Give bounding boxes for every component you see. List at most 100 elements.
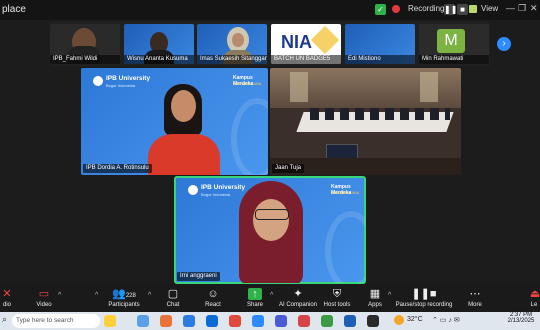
zoom-icon[interactable]: [252, 315, 264, 327]
participants-count: 228: [125, 293, 136, 299]
host-tools-label: Host tools: [323, 302, 351, 308]
chat-label: Chat: [166, 302, 180, 308]
participant-name: Irni anggraeni: [177, 272, 220, 281]
audio-label: dio: [2, 302, 11, 308]
stop-icon[interactable]: ■: [457, 4, 468, 15]
clock[interactable]: 2:37 PM 2/13/2025: [505, 312, 537, 324]
leave-label: Le: [530, 302, 538, 308]
chat-icon: ▢: [167, 288, 179, 300]
chevron-up-icon[interactable]: ^: [388, 292, 391, 299]
participants-icon: 👥228: [112, 288, 136, 300]
participant-name: Edi Mistiono: [345, 55, 415, 64]
shield-icon[interactable]: ✓: [375, 4, 386, 15]
pause-icon[interactable]: ❚❚: [444, 4, 457, 15]
ai-companion-button[interactable]: ✦ AI Companion: [278, 288, 318, 308]
grid-view-icon[interactable]: [469, 5, 477, 13]
task-view-icon[interactable]: [137, 315, 149, 327]
app-icon[interactable]: [160, 315, 172, 327]
participant-name: Jaan Tuja: [272, 164, 305, 173]
temperature-label: 32°C: [407, 316, 423, 323]
university-label: IPB University: [106, 75, 151, 82]
edge-icon[interactable]: [206, 315, 218, 327]
shield-icon: ⛨: [332, 288, 342, 300]
apps-label: Apps: [368, 302, 382, 308]
view-button[interactable]: View: [481, 4, 498, 13]
participant-thumb[interactable]: Edi Mistiono: [345, 24, 415, 64]
participant-name: Wisnu Ananta Kusuma: [124, 55, 194, 64]
chevron-up-icon[interactable]: ^: [148, 292, 151, 299]
host-tools-button[interactable]: ⛨ Host tools: [322, 288, 352, 308]
search-placeholder: Type here to search: [16, 317, 74, 324]
clock-date: 2/13/2025: [507, 318, 535, 324]
record-label: Pause/stop recording: [395, 302, 453, 308]
background-leaf-shape: [231, 98, 268, 175]
share-label: Share: [246, 302, 263, 308]
glasses: [255, 209, 289, 220]
share-icon: ↑: [248, 288, 262, 300]
react-label: React: [205, 302, 221, 308]
participants-button[interactable]: 👥228 Participants: [106, 288, 142, 308]
participant-name: BATCH UN BADGE5: [271, 55, 341, 64]
nia-logo: NIA: [281, 32, 312, 52]
taskbar-search[interactable]: Type here to search: [12, 314, 100, 328]
participants-label: Participants: [108, 302, 140, 308]
restore-icon[interactable]: ❐: [518, 3, 526, 14]
close-icon[interactable]: ✕: [530, 3, 538, 14]
audio-button[interactable]: ✕ dio: [0, 288, 14, 308]
background-leaf-shape: [325, 211, 365, 283]
participant-name: IPB Dordia A. Rotinsulu: [83, 164, 152, 173]
app-icon[interactable]: [275, 315, 287, 327]
browser-icon[interactable]: [183, 315, 195, 327]
video-tile-dordia[interactable]: IPB University Bogor Indonesia Kampus Me…: [81, 68, 268, 175]
mic-muted-icon: ✕: [2, 288, 12, 300]
participant-thumb[interactable]: IPB_Fahmi Wildi: [50, 24, 120, 64]
university-sub: Bogor Indonesia: [106, 83, 136, 88]
record-dot-icon: [392, 5, 400, 13]
video-tile-room[interactable]: Jaan Tuja: [270, 68, 461, 175]
app-icon[interactable]: [321, 315, 333, 327]
camera-off-icon: ▭: [38, 288, 50, 300]
brand-sub: INDONESIA JAYA: [233, 82, 262, 86]
pause-stop-icon: ❚❚■: [411, 288, 437, 300]
video-button[interactable]: ▭ Video: [32, 288, 56, 308]
pause-stop-recording-button[interactable]: ❚❚■ Pause/stop recording: [392, 288, 456, 308]
sparkle-icon: ✦: [293, 288, 303, 300]
share-button[interactable]: ↑ Share: [244, 288, 266, 308]
system-tray-icons[interactable]: ⌃ ▭ ♪ ✉: [432, 316, 460, 324]
weather-icon: [394, 315, 404, 325]
avatar: M: [437, 29, 465, 53]
university-label: IPB University: [201, 184, 246, 191]
companion-label: AI Companion: [278, 302, 318, 308]
participant-thumb[interactable]: NIA BATCH UN BADGE5: [271, 24, 341, 64]
university-sub: Bogor Indonesia: [201, 192, 231, 197]
more-button[interactable]: ⋯ More: [464, 288, 486, 308]
participant-thumb[interactable]: Imas Sukaesih Sitanggang: [197, 24, 267, 64]
apps-button[interactable]: ▦ Apps: [364, 288, 386, 308]
widget-icon[interactable]: [104, 315, 116, 327]
leave-icon: ⏏: [529, 288, 540, 300]
chevron-up-icon[interactable]: ^: [58, 292, 61, 299]
more-label: More: [468, 302, 482, 308]
chevron-up-icon[interactable]: ^: [95, 292, 98, 299]
window-pane: [290, 72, 308, 102]
minimize-icon[interactable]: —: [506, 3, 515, 13]
react-button[interactable]: ☺ React: [202, 288, 224, 308]
video-tile-active-speaker[interactable]: IPB University Bogor Indonesia Kampus Me…: [174, 176, 366, 284]
leave-button[interactable]: ⏏ Le: [528, 288, 540, 308]
chevron-right-icon[interactable]: ›: [497, 37, 511, 51]
window-title: place: [2, 4, 26, 15]
participant-name: Min Rahmawati: [419, 55, 489, 64]
chrome-icon[interactable]: [229, 315, 241, 327]
ipb-logo-icon: [93, 76, 103, 86]
app-icon[interactable]: [367, 315, 379, 327]
logo-shape: [310, 25, 340, 55]
chevron-up-icon[interactable]: ^: [270, 292, 273, 299]
app-icon[interactable]: [298, 315, 310, 327]
word-icon[interactable]: [344, 315, 356, 327]
participant-thumb[interactable]: Wisnu Ananta Kusuma: [124, 24, 194, 64]
apps-icon: ▦: [369, 288, 381, 300]
participant-thumb[interactable]: M Min Rahmawati: [419, 24, 489, 64]
ipb-logo-icon: [188, 185, 198, 195]
attendees: [310, 108, 450, 120]
chat-button[interactable]: ▢ Chat: [162, 288, 184, 308]
